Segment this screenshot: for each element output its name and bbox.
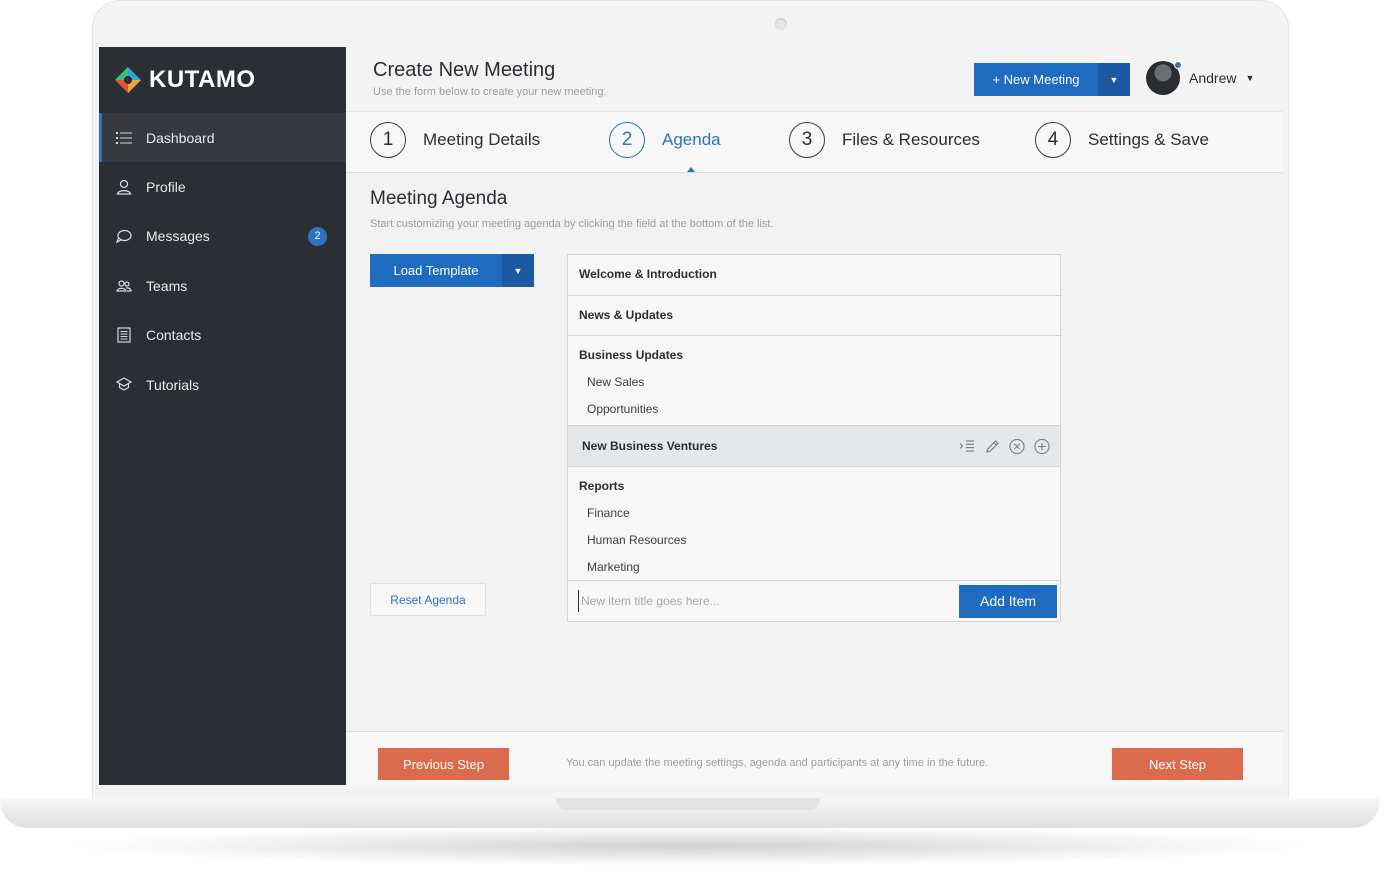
next-step-button[interactable]: Next Step xyxy=(1112,748,1243,780)
main-content: Meeting Agenda Start customizing your me… xyxy=(346,173,1283,731)
caret-down-icon: ▼ xyxy=(1245,73,1255,83)
user-name: Andrew xyxy=(1189,70,1237,86)
sidebar-item-profile[interactable]: Profile xyxy=(99,162,346,211)
section-description: Start customizing your meeting agenda by… xyxy=(370,218,774,230)
step-number: 2 xyxy=(609,122,645,158)
agenda-item-title: Business Updates xyxy=(579,348,684,362)
agenda-item-selected[interactable]: New Business Ventures xyxy=(568,426,1060,467)
agenda-item[interactable]: Reports Finance Human Resources Marketin… xyxy=(568,467,1060,581)
load-template-button[interactable]: Load Template xyxy=(370,254,502,287)
agenda-subitem[interactable]: New Sales xyxy=(579,375,1049,389)
list-icon xyxy=(116,130,132,146)
step-settings-save[interactable]: 4 Settings & Save xyxy=(1035,122,1209,158)
sidebar-item-label: Tutorials xyxy=(146,376,200,393)
logo-text: KUTAMO xyxy=(149,66,256,93)
previous-step-button[interactable]: Previous Step xyxy=(378,748,509,780)
step-label: Settings & Save xyxy=(1088,130,1209,149)
logo[interactable]: KUTAMO xyxy=(113,64,256,96)
sidebar-item-tutorials[interactable]: Tutorials xyxy=(99,360,346,409)
caret-down-icon: ▼ xyxy=(513,265,523,276)
laptop-notch xyxy=(556,798,820,810)
laptop-shadow xyxy=(60,826,1320,866)
agenda-subitem[interactable]: Human Resources xyxy=(579,533,1049,547)
agenda-item-title: Welcome & Introduction xyxy=(579,267,717,281)
step-label: Agenda xyxy=(662,130,721,149)
sidebar-item-label: Profile xyxy=(146,179,186,196)
contacts-icon xyxy=(116,327,132,343)
agenda-subitem[interactable]: Marketing xyxy=(579,560,1049,574)
sidebar-item-teams[interactable]: Teams xyxy=(99,261,346,310)
camera-icon xyxy=(775,18,787,30)
agenda-item[interactable]: Business Updates New Sales Opportunities xyxy=(568,336,1060,426)
new-meeting-dropdown-toggle[interactable]: ▼ xyxy=(1098,63,1130,96)
user-menu[interactable]: Andrew ▼ xyxy=(1146,61,1254,95)
step-files-resources[interactable]: 3 Files & Resources xyxy=(789,122,980,158)
step-number: 3 xyxy=(789,122,825,158)
user-icon xyxy=(116,179,132,195)
new-item-input[interactable] xyxy=(578,590,959,612)
new-meeting-button[interactable]: + New Meeting xyxy=(974,63,1098,96)
indent-icon[interactable] xyxy=(959,438,975,454)
app-screen: KUTAMO Dashboard Profile Messages 2 Team… xyxy=(99,47,1283,785)
sidebar-item-label: Teams xyxy=(146,277,188,294)
agenda-item[interactable]: Welcome & Introduction xyxy=(568,255,1060,296)
avatar xyxy=(1146,61,1182,95)
step-number: 1 xyxy=(370,122,406,158)
reset-agenda-button[interactable]: Reset Agenda xyxy=(370,583,486,616)
load-template-split-button: Load Template ▼ xyxy=(370,254,534,287)
agenda-item[interactable]: News & Updates xyxy=(568,296,1060,336)
team-icon xyxy=(116,278,132,294)
sidebar-item-contacts[interactable]: Contacts xyxy=(99,311,346,360)
agenda-list: Welcome & Introduction News & Updates Bu… xyxy=(567,254,1061,622)
sidebar-item-label: Contacts xyxy=(146,327,202,344)
footer-note: You can update the meeting settings, age… xyxy=(566,757,989,769)
page-title: Create New Meeting xyxy=(373,59,556,81)
sidebar: KUTAMO Dashboard Profile Messages 2 Team… xyxy=(99,47,346,785)
page-subtitle: Use the form below to create your new me… xyxy=(373,86,607,98)
chat-icon xyxy=(116,228,132,244)
sidebar-item-label: Messages xyxy=(146,228,210,245)
caret-down-icon: ▼ xyxy=(1109,74,1119,85)
graduation-cap-icon xyxy=(116,377,132,393)
agenda-subitem[interactable]: Opportunities xyxy=(579,402,1049,416)
kutamo-logo-icon xyxy=(113,65,143,95)
step-label: Files & Resources xyxy=(842,130,980,149)
agenda-item-title: Reports xyxy=(579,479,625,493)
sidebar-item-messages[interactable]: Messages 2 xyxy=(99,212,346,261)
load-template-dropdown-toggle[interactable]: ▼ xyxy=(502,254,534,287)
active-step-indicator xyxy=(687,167,695,172)
sidebar-nav: Dashboard Profile Messages 2 Teams Conta… xyxy=(99,113,346,409)
step-number: 4 xyxy=(1035,122,1071,158)
wizard-steps: 1 Meeting Details 2 Agenda 3 Files & Res… xyxy=(346,112,1283,173)
agenda-item-title: New Business Ventures xyxy=(582,439,718,453)
agenda-item-actions xyxy=(959,438,1050,454)
top-header: Create New Meeting Use the form below to… xyxy=(346,47,1283,112)
sidebar-item-dashboard[interactable]: Dashboard xyxy=(99,113,346,163)
wizard-footer: Previous Step You can update the meeting… xyxy=(346,731,1283,785)
add-item-row: Add Item xyxy=(568,581,1060,621)
new-meeting-split-button: + New Meeting ▼ xyxy=(974,63,1130,96)
remove-circle-icon[interactable] xyxy=(1009,438,1025,454)
add-circle-icon[interactable] xyxy=(1034,438,1050,454)
step-meeting-details[interactable]: 1 Meeting Details xyxy=(370,122,540,158)
laptop-mockup: KUTAMO Dashboard Profile Messages 2 Team… xyxy=(0,0,1400,885)
messages-count-badge: 2 xyxy=(308,226,327,246)
agenda-subitem[interactable]: Finance xyxy=(579,506,1049,520)
agenda-item-title: News & Updates xyxy=(579,308,674,322)
add-item-button[interactable]: Add Item xyxy=(959,584,1057,618)
section-title: Meeting Agenda xyxy=(370,188,508,209)
pencil-icon[interactable] xyxy=(984,438,1000,454)
online-status-dot xyxy=(1174,61,1182,69)
step-label: Meeting Details xyxy=(423,130,541,149)
sidebar-item-label: Dashboard xyxy=(146,129,215,146)
step-agenda[interactable]: 2 Agenda xyxy=(609,122,721,158)
